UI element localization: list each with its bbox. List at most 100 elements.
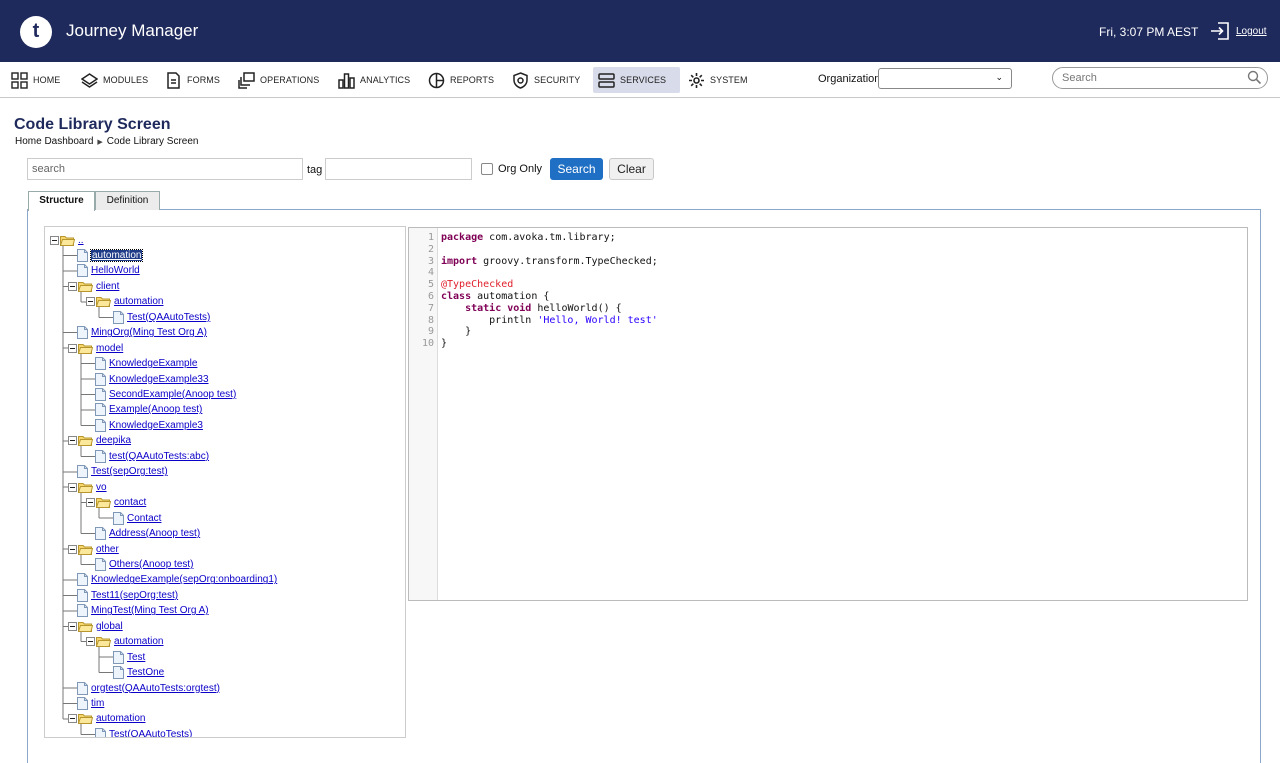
collapse-toggle-icon[interactable] <box>68 281 77 291</box>
tree-node-label[interactable]: KnowledgeExample(sepOrg:onboarding1) <box>91 574 277 585</box>
nav-operations[interactable]: OPERATIONS <box>233 67 324 93</box>
collapse-toggle-icon[interactable] <box>68 544 77 554</box>
tree-file[interactable]: KnowledgeExample33 <box>95 372 209 386</box>
org-only-checkbox[interactable] <box>481 163 493 175</box>
tree-node-label[interactable]: automation <box>114 636 163 647</box>
tree-file[interactable]: Test(QAAutoTests) <box>113 310 210 324</box>
nav-reports[interactable]: REPORTS <box>423 67 499 93</box>
collapse-toggle-icon[interactable] <box>68 714 77 724</box>
code-viewer[interactable]: 1 package com.avoka.tm.library; 2 3 import g… <box>408 227 1248 601</box>
global-search-input[interactable]: Search <box>1052 67 1268 89</box>
tree-file[interactable]: Test(QAAutoTests) <box>95 727 192 737</box>
tree-folder[interactable]: automation <box>86 635 163 649</box>
tree-node-label[interactable]: KnowledgeExample <box>109 358 197 369</box>
tree-file[interactable]: MingOrg(Ming Test Org A) <box>77 326 207 340</box>
tree-folder[interactable]: model <box>68 341 123 355</box>
tree-node-label[interactable]: Contact <box>127 513 161 524</box>
tree-node-label[interactable]: MingOrg(Ming Test Org A) <box>91 327 207 338</box>
tree-node-label[interactable]: Test(sepOrg:test) <box>91 466 168 477</box>
collapse-toggle-icon[interactable] <box>68 343 77 353</box>
clear-button[interactable]: Clear <box>609 158 654 180</box>
tree-folder[interactable]: automation <box>86 295 163 309</box>
tree-folder[interactable]: other <box>68 542 119 556</box>
tree-node-label[interactable]: Address(Anoop test) <box>109 528 200 539</box>
tab-structure[interactable]: Structure <box>28 191 95 211</box>
tree-node-label[interactable]: SecondExample(Anoop test) <box>109 389 236 400</box>
search-icon[interactable] <box>1247 70 1262 85</box>
tree-folder[interactable]: .. <box>50 233 84 247</box>
nav-forms[interactable]: FORMS <box>160 67 225 93</box>
tree-folder[interactable]: contact <box>86 496 146 510</box>
tree-file[interactable]: tim <box>77 697 104 711</box>
tree-node-label[interactable]: other <box>96 544 119 555</box>
tree-node-label[interactable]: .. <box>78 235 84 246</box>
nav-analytics[interactable]: ANALYTICS <box>333 67 415 93</box>
logout-icon[interactable] <box>1210 22 1230 40</box>
collapse-toggle-icon[interactable] <box>86 297 95 307</box>
tree-node-label[interactable]: KnowledgeExample33 <box>109 374 209 385</box>
tree-node-label[interactable]: MingTest(Ming Test Org A) <box>91 605 209 616</box>
tree-node-label[interactable]: vo <box>96 482 107 493</box>
breadcrumb-home[interactable]: Home Dashboard <box>15 136 93 147</box>
collapse-toggle-icon[interactable] <box>68 482 77 492</box>
tree-node-label[interactable]: model <box>96 343 123 354</box>
collapse-toggle-icon[interactable] <box>86 637 95 647</box>
tree-file[interactable]: orgtest(QAAutoTests:orgtest) <box>77 681 220 695</box>
nav-system[interactable]: SYSTEM <box>683 67 753 93</box>
tree-node-label[interactable]: Test11(sepOrg:test) <box>91 590 178 601</box>
tree-folder[interactable]: automation <box>68 712 145 726</box>
tree-file[interactable]: Contact <box>113 511 161 525</box>
code-search-input[interactable]: search <box>27 158 303 180</box>
collapse-toggle-icon[interactable] <box>86 498 95 508</box>
tree-node-label[interactable]: Example(Anoop test) <box>109 404 202 415</box>
tree-node-label[interactable]: global <box>96 621 123 632</box>
tree-folder[interactable]: vo <box>68 480 107 494</box>
tree-node-label[interactable]: Others(Anoop test) <box>109 559 193 570</box>
tree-file[interactable]: Test <box>113 650 145 664</box>
collapse-toggle-icon[interactable] <box>68 621 77 631</box>
tree-node-label[interactable]: client <box>96 281 119 292</box>
logout-link[interactable]: Logout <box>1236 26 1267 37</box>
collapse-toggle-icon[interactable] <box>68 436 77 446</box>
tree-file[interactable]: Address(Anoop test) <box>95 527 200 541</box>
tag-input[interactable] <box>325 158 472 180</box>
nav-security[interactable]: SECURITY <box>507 67 585 93</box>
tree-node-label[interactable]: automation <box>114 296 163 307</box>
tree-folder[interactable]: deepika <box>68 434 131 448</box>
tree-node-label[interactable]: tim <box>91 698 104 709</box>
tree-node-label[interactable]: test(QAAutoTests:abc) <box>109 451 209 462</box>
tree-node-label[interactable]: HelloWorld <box>91 265 140 276</box>
tab-definition[interactable]: Definition <box>95 191 160 210</box>
tree-folder[interactable]: global <box>68 619 123 633</box>
tree-node-label[interactable]: orgtest(QAAutoTests:orgtest) <box>91 683 220 694</box>
tree-file[interactable]: SecondExample(Anoop test) <box>95 388 236 402</box>
tree-file[interactable]: Example(Anoop test) <box>95 403 202 417</box>
nav-modules[interactable]: MODULES <box>76 67 153 93</box>
nav-home[interactable]: HOME <box>6 67 65 93</box>
search-button[interactable]: Search <box>550 158 603 180</box>
tree-file[interactable]: HelloWorld <box>77 264 140 278</box>
tree-file[interactable]: MingTest(Ming Test Org A) <box>77 604 209 618</box>
tree-file[interactable]: Others(Anoop test) <box>95 557 193 571</box>
tree-file[interactable]: KnowledgeExample3 <box>95 418 203 432</box>
tree-node-label[interactable]: deepika <box>96 435 131 446</box>
tree-file[interactable]: automation <box>77 248 144 262</box>
tree-file[interactable]: KnowledgeExample <box>95 357 197 371</box>
tree-file[interactable]: Test11(sepOrg:test) <box>77 588 178 602</box>
tree-node-label[interactable]: contact <box>114 497 146 508</box>
tree-node-label[interactable]: TestOne <box>127 667 164 678</box>
collapse-toggle-icon[interactable] <box>50 235 59 245</box>
tree-file[interactable]: test(QAAutoTests:abc) <box>95 449 209 463</box>
tree-node-label[interactable]: automation <box>96 713 145 724</box>
tree-file[interactable]: KnowledgeExample(sepOrg:onboarding1) <box>77 573 277 587</box>
tree-node-label[interactable]: Test(QAAutoTests) <box>127 312 210 323</box>
nav-services[interactable]: SERVICES <box>593 67 680 93</box>
tree-node-label[interactable]: KnowledgeExample3 <box>109 420 203 431</box>
tree-file[interactable]: TestOne <box>113 666 164 680</box>
tree-node-label[interactable]: automation <box>89 248 144 262</box>
tree-node-label[interactable]: Test <box>127 652 145 663</box>
tree-file[interactable]: Test(sepOrg:test) <box>77 465 168 479</box>
tree-folder[interactable]: client <box>68 279 119 293</box>
app-logo[interactable]: t <box>20 16 52 48</box>
organization-select[interactable]: ⌄ <box>878 68 1012 89</box>
